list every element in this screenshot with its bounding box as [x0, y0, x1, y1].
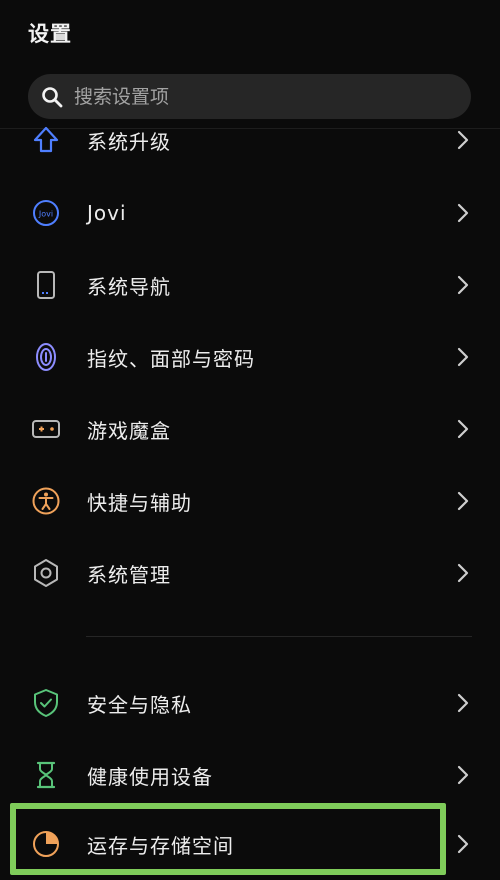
settings-item-label: 系统升级	[87, 129, 171, 154]
settings-item-fingerprint-face-password[interactable]: 指纹、面部与密码	[0, 321, 500, 393]
upgrade-arrow-icon	[30, 124, 62, 156]
settings-item-label: 游戏魔盒	[87, 418, 171, 443]
hexagon-gear-icon	[30, 557, 62, 589]
settings-item-label: 快捷与辅助	[87, 490, 192, 515]
settings-item-digital-wellbeing[interactable]: 健康使用设备	[0, 739, 500, 811]
settings-item-game-box[interactable]: 游戏魔盒	[0, 393, 500, 465]
settings-item-system-navigation[interactable]: 系统导航	[0, 249, 500, 321]
shield-check-icon	[30, 687, 62, 719]
settings-item-system-management[interactable]: 系统管理	[0, 537, 500, 609]
settings-item-label: Jovi	[87, 201, 127, 225]
page-title: 设置	[28, 22, 72, 46]
settings-item-label: 健康使用设备	[87, 764, 213, 789]
settings-item-shortcuts-assist[interactable]: 快捷与辅助	[0, 465, 500, 537]
svg-text:Jovi: Jovi	[38, 210, 53, 219]
chevron-right-icon	[456, 419, 470, 439]
fingerprint-icon	[30, 341, 62, 373]
chevron-right-icon	[456, 834, 470, 854]
highlight-box	[10, 803, 446, 875]
chevron-right-icon	[456, 347, 470, 367]
settings-item-label: 系统管理	[87, 562, 171, 587]
chevron-right-icon	[456, 693, 470, 713]
settings-item-system-upgrade[interactable]: 系统升级	[0, 104, 500, 176]
settings-item-label: 指纹、面部与密码	[87, 346, 255, 371]
chevron-right-icon	[456, 203, 470, 223]
accessibility-icon	[30, 485, 62, 517]
chevron-right-icon	[456, 275, 470, 295]
chevron-right-icon	[456, 765, 470, 785]
section-divider	[86, 636, 472, 637]
gamepad-icon	[30, 413, 62, 445]
chevron-right-icon	[456, 491, 470, 511]
chevron-right-icon	[456, 563, 470, 583]
phone-navigation-icon	[30, 269, 62, 301]
settings-item-label: 系统导航	[87, 274, 171, 299]
settings-item-label: 安全与隐私	[87, 692, 192, 717]
settings-item-security-privacy[interactable]: 安全与隐私	[0, 667, 500, 739]
chevron-right-icon	[456, 130, 470, 150]
settings-item-jovi[interactable]: Jovi Jovi	[0, 177, 500, 249]
hourglass-icon	[30, 759, 62, 791]
jovi-icon: Jovi	[30, 197, 62, 229]
